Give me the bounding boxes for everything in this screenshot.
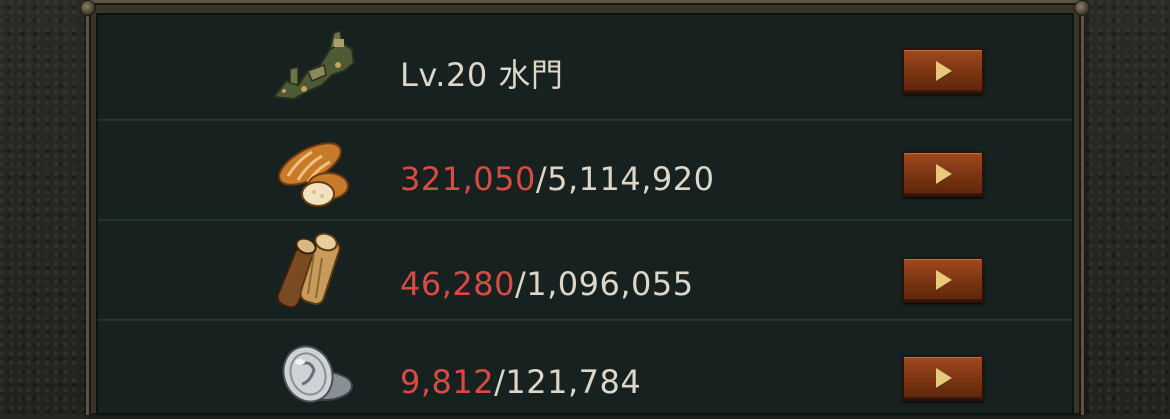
food-required: 5,114,920: [547, 160, 715, 198]
silver-coins-icon: [282, 345, 353, 403]
frame-corner-rivet-right: [1074, 0, 1090, 16]
silver-required: 121,784: [505, 363, 642, 401]
play-arrow-icon: [936, 164, 952, 184]
wood-current: 46,280: [400, 265, 515, 303]
play-arrow-icon: [936, 270, 952, 290]
frame-corner-rivet-left: [80, 0, 96, 16]
wood-required: 1,096,055: [526, 265, 694, 303]
list-item-wood: 46,280/1,096,055: [98, 222, 1072, 319]
requirements-list: Lv.20 水門 321,050/5,114,920 46,280/1,096,…: [96, 13, 1074, 415]
silver-amount: 9,812/121,784: [400, 362, 641, 402]
go-button-wood[interactable]: [902, 257, 984, 303]
bread-food-icon: [278, 142, 349, 207]
silver-separator: /: [494, 363, 506, 401]
silver-current: 9,812: [400, 363, 495, 401]
castle-gate-icon: [272, 30, 356, 101]
list-item-food: 321,050/5,114,920: [98, 122, 1072, 219]
food-separator: /: [535, 160, 548, 198]
play-arrow-icon: [936, 368, 952, 388]
wood-logs-icon: [276, 232, 341, 309]
wood-amount: 46,280/1,096,055: [400, 264, 694, 304]
go-button-building[interactable]: [902, 48, 984, 94]
building-requirement-label: Lv.20 水門: [400, 56, 564, 94]
play-arrow-icon: [936, 61, 952, 81]
food-amount: 321,050/5,114,920: [400, 159, 714, 199]
go-button-food[interactable]: [902, 151, 984, 197]
food-current: 321,050: [400, 160, 536, 198]
list-item-building: Lv.20 水門: [98, 15, 1072, 112]
go-button-silver[interactable]: [902, 355, 984, 401]
list-item-silver: 9,812/121,784: [98, 322, 1072, 419]
wood-separator: /: [514, 265, 527, 303]
